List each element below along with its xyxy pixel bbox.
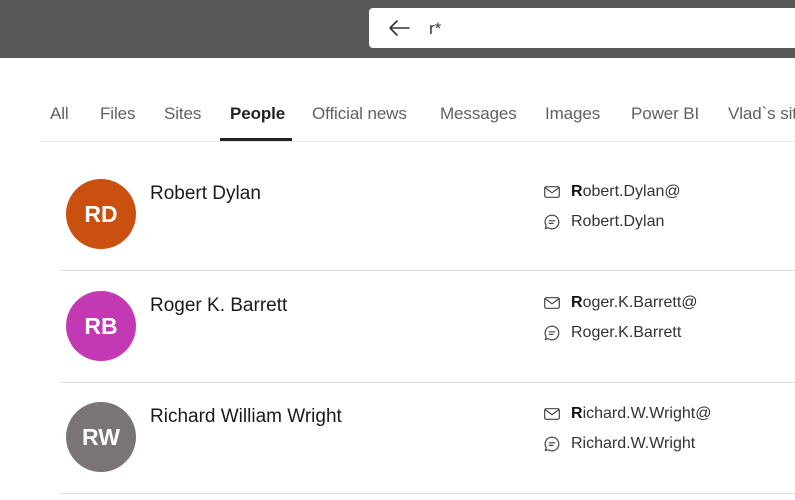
email-match-highlight: R (571, 294, 583, 311)
chat-icon (544, 325, 560, 341)
chat-text: Richard.W.Wright (571, 435, 696, 452)
chat-text: Roger.K.Barrett (571, 324, 682, 341)
email-text: oger.K.Barrett@ (582, 294, 698, 311)
email-match-highlight: R (571, 183, 583, 200)
person-name[interactable]: Richard William Wright (150, 406, 342, 428)
back-arrow-icon[interactable] (387, 16, 411, 40)
person-chat[interactable]: Roger.K.Barrett (544, 322, 681, 344)
tab-power-bi[interactable]: Power BI (631, 94, 699, 141)
tab-official-news[interactable]: Official news (312, 94, 407, 141)
email-text: ichard.W.Wright@ (582, 405, 712, 422)
mail-icon (544, 186, 560, 198)
tab-people[interactable]: People (220, 94, 292, 141)
chat-icon (544, 436, 560, 452)
top-bar: r* (0, 0, 795, 58)
search-query[interactable]: r* (429, 19, 441, 39)
person-email[interactable]: Robert.Dylan@ (544, 181, 681, 203)
email-text: obert.Dylan@ (582, 183, 681, 200)
person-chat[interactable]: Robert.Dylan (544, 211, 664, 233)
tab-files[interactable]: Files (100, 94, 136, 141)
person-result[interactable]: RD Robert Dylan Robert.Dylan@ Robert.Dyl… (60, 159, 795, 271)
person-result[interactable]: RB Roger K. Barrett Roger.K.Barrett@ Rog… (60, 271, 795, 383)
tab-messages[interactable]: Messages (440, 94, 517, 141)
chat-text: Robert.Dylan (571, 213, 665, 230)
person-email[interactable]: Richard.W.Wright@ (544, 403, 711, 425)
person-chat[interactable]: Richard.W.Wright (544, 433, 695, 455)
search-box[interactable]: r* (369, 8, 795, 48)
mail-icon (544, 408, 560, 420)
tab-sites[interactable]: Sites (164, 94, 201, 141)
email-match-highlight: R (571, 405, 583, 422)
chat-icon (544, 214, 560, 230)
tab-vlads-site[interactable]: Vlad`s site (728, 94, 795, 141)
avatar: RD (66, 179, 136, 249)
person-name[interactable]: Roger K. Barrett (150, 295, 287, 317)
vertical-tabs: All Files Sites People Official news Mes… (40, 94, 795, 142)
person-result[interactable]: RW Richard William Wright Richard.W.Wrig… (60, 382, 795, 494)
tab-all[interactable]: All (50, 94, 69, 141)
avatar: RB (66, 291, 136, 361)
mail-icon (544, 297, 560, 309)
tab-images[interactable]: Images (545, 94, 600, 141)
person-email[interactable]: Roger.K.Barrett@ (544, 292, 698, 314)
avatar: RW (66, 402, 136, 472)
person-name[interactable]: Robert Dylan (150, 183, 261, 205)
